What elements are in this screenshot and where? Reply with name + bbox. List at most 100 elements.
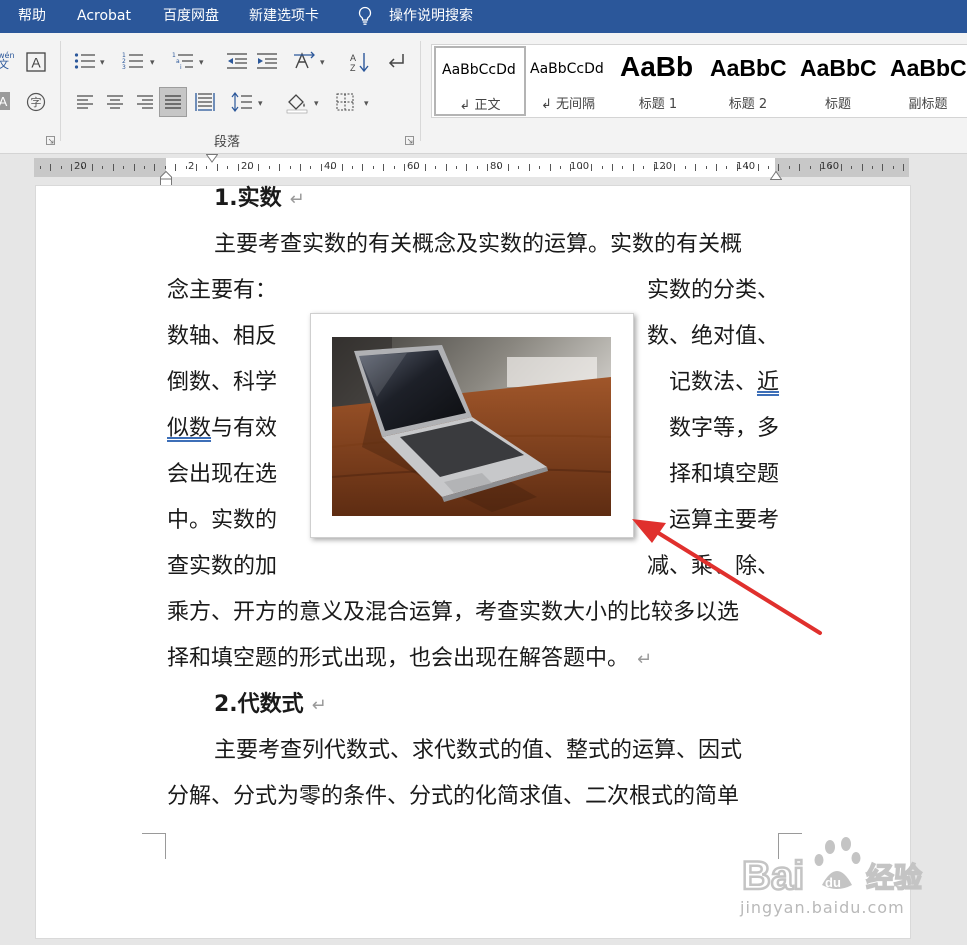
ruler-tick <box>92 164 93 171</box>
align-left-icon[interactable] <box>76 94 94 110</box>
paragraph-line[interactable]: 择和填空题的形式出现，也会出现在解答题中。 ↵ <box>167 646 779 673</box>
style-no-spacing[interactable]: AaBbCcDd ↲ 无间隔 <box>524 47 612 113</box>
ruler-tick <box>591 164 593 171</box>
ruler-label: 80 <box>490 161 503 172</box>
line-spacing-dropdown-icon[interactable]: ▾ <box>258 99 263 109</box>
ruler-tick <box>71 164 73 171</box>
ruler-tick <box>123 166 125 169</box>
ruler-label: 20 <box>74 161 87 172</box>
style-normal[interactable]: AaBbCcDd ↲ 正文 <box>434 46 526 116</box>
menu-baidu-netdisk[interactable]: 百度网盘 <box>163 7 219 25</box>
paragraph-group-label: 段落 <box>214 135 241 150</box>
ruler-tick <box>674 164 676 171</box>
baidu-jingyan-watermark-logo: Bai du 经验 <box>742 837 923 897</box>
ruler-tick <box>164 166 166 169</box>
numbering-icon[interactable]: 123 <box>122 52 144 70</box>
ruler-tick <box>560 166 561 169</box>
distributed-align-icon[interactable] <box>195 92 215 112</box>
ruler-text-area <box>166 158 775 177</box>
first-line-indent-marker-icon[interactable] <box>206 154 218 163</box>
paragraph-line[interactable]: 念主要有： 实数的分类、 <box>167 278 779 304</box>
ruler-tick <box>601 166 603 169</box>
font-dialog-launcher-icon[interactable] <box>46 136 55 145</box>
spelling-flag[interactable]: 近 <box>757 370 779 395</box>
ruler-tick <box>778 164 780 171</box>
sort-icon[interactable]: AZ <box>349 51 371 73</box>
tell-me-search[interactable]: 操作说明搜索 <box>389 7 473 25</box>
style-heading-2[interactable]: AaBbC 标题 2 <box>704 47 792 113</box>
paragraph-line[interactable]: 分解、分式为零的条件、分式的化简求值、二次根式的简单 <box>167 784 779 810</box>
align-center-icon[interactable] <box>106 94 124 110</box>
ruler-tick <box>372 166 374 169</box>
heading-1[interactable]: 1.实数 ↵ <box>214 186 826 213</box>
bullets-dropdown-icon[interactable]: ▾ <box>100 58 105 68</box>
ruler-tick <box>102 166 104 169</box>
margin-corner-mark <box>142 833 166 859</box>
svg-text:i: i <box>180 64 182 70</box>
menu-help[interactable]: 帮助 <box>18 7 46 25</box>
increase-indent-icon[interactable] <box>256 52 278 70</box>
bullets-icon[interactable] <box>74 52 96 70</box>
lightbulb-icon[interactable] <box>357 6 373 26</box>
ruler-tick <box>289 166 291 169</box>
ruler-label: 60 <box>407 161 420 172</box>
multilevel-list-icon[interactable]: 1ai <box>172 52 194 70</box>
ruler-tick <box>362 164 364 171</box>
ruler-tick <box>185 166 187 169</box>
style-subtitle[interactable]: AaBbCc 副标题 <box>884 47 967 113</box>
ruler-tick <box>518 166 520 169</box>
ruler-tick <box>799 164 801 171</box>
enclose-characters-icon[interactable]: 字 <box>26 92 46 112</box>
svg-text:3: 3 <box>122 64 126 70</box>
paragraph-line[interactable]: 主要考查列代数式、求代数式的值、整式的运算、因式 <box>214 738 826 764</box>
ruler-tick <box>206 166 208 169</box>
shading-icon[interactable] <box>285 90 309 114</box>
hanging-indent-marker-icon[interactable] <box>160 171 172 186</box>
justify-icon[interactable] <box>159 87 187 117</box>
align-right-icon[interactable] <box>136 94 154 110</box>
line-spacing-icon[interactable] <box>231 92 253 112</box>
right-indent-marker-icon[interactable] <box>770 171 782 180</box>
ruler-tick <box>903 164 905 171</box>
ruler-tick <box>716 164 717 171</box>
style-title[interactable]: AaBbC 标题 <box>794 47 882 113</box>
ruler-tick <box>487 164 489 171</box>
show-formatting-marks-icon[interactable] <box>386 52 406 70</box>
ruler-tick <box>258 164 260 171</box>
ruler-tick <box>352 166 353 169</box>
paragraph-line[interactable]: 主要考查实数的有关概念及实数的运算。实数的有关概 <box>214 232 826 258</box>
ruler-tick <box>851 166 853 169</box>
style-heading-1[interactable]: AaBb 标题 1 <box>614 47 702 113</box>
menu-new-tab[interactable]: 新建选项卡 <box>249 7 319 25</box>
chinese-layout-icon[interactable] <box>293 51 315 71</box>
chinese-layout-dropdown-icon[interactable]: ▾ <box>320 58 325 68</box>
character-border-icon[interactable]: A <box>26 52 46 72</box>
paragraph-dialog-launcher-icon[interactable] <box>405 136 414 145</box>
heading-2[interactable]: 2.代数式 ↵ <box>214 692 826 719</box>
menu-acrobat[interactable]: Acrobat <box>77 7 131 25</box>
phonetic-guide-button[interactable]: wén 文 <box>0 51 15 70</box>
ruler-tick <box>768 166 769 169</box>
numbering-dropdown-icon[interactable]: ▾ <box>150 58 155 68</box>
svg-text:Bai: Bai <box>742 854 804 897</box>
multilevel-dropdown-icon[interactable]: ▾ <box>199 58 204 68</box>
ruler-tick <box>466 164 468 171</box>
ruler-tick <box>424 164 426 171</box>
ruler-tick <box>310 166 312 169</box>
inserted-image-frame[interactable] <box>310 313 634 538</box>
ruler-tick <box>539 166 541 169</box>
ruler-tick <box>892 166 894 169</box>
svg-text:字: 字 <box>31 95 42 109</box>
ruler-tick <box>612 164 613 171</box>
ruler-tick <box>196 164 197 171</box>
spelling-flag[interactable]: 似数 <box>167 416 211 441</box>
svg-text:A: A <box>0 94 8 109</box>
laptop-photo[interactable] <box>332 337 611 516</box>
shading-dropdown-icon[interactable]: ▾ <box>314 99 319 109</box>
ruler-tick <box>809 166 811 169</box>
character-shading-icon[interactable]: A <box>0 92 10 110</box>
borders-dropdown-icon[interactable]: ▾ <box>364 99 369 109</box>
decrease-indent-icon[interactable] <box>226 52 248 70</box>
ruler-tick <box>268 166 270 169</box>
borders-icon[interactable] <box>336 93 354 111</box>
